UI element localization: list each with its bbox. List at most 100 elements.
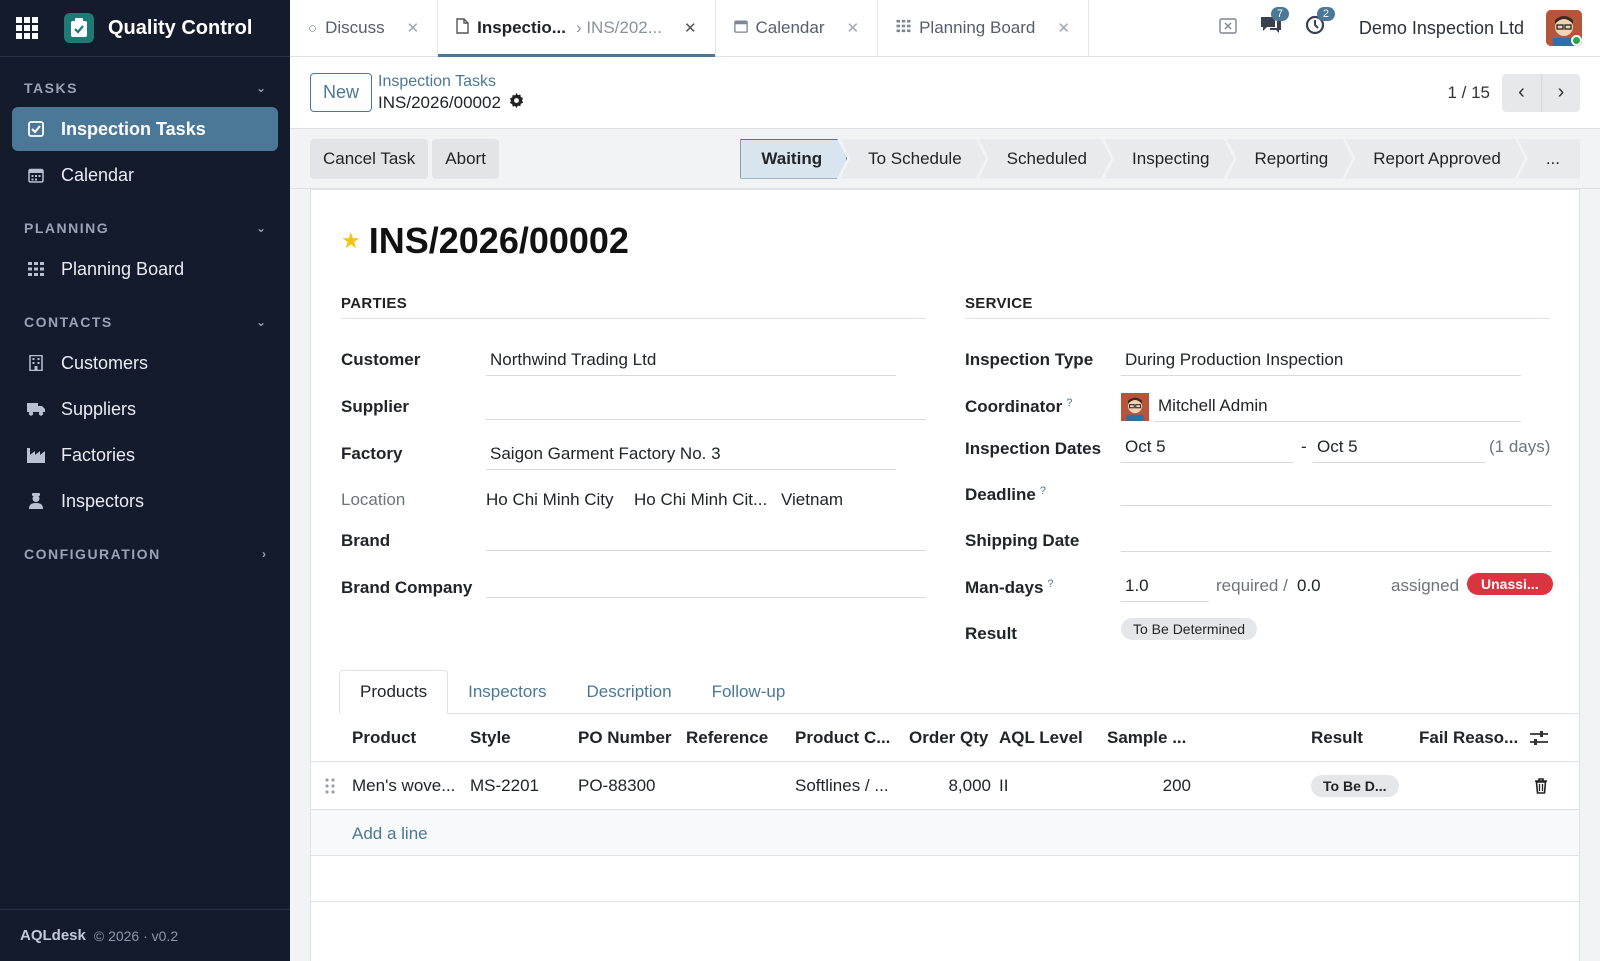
- tab-calendar[interactable]: Calendar ✕: [716, 0, 879, 56]
- brand-label: Brand: [341, 531, 391, 550]
- result-badge[interactable]: To Be Determined: [1121, 618, 1258, 640]
- column-header-product[interactable]: Product: [352, 714, 464, 762]
- add-line-link[interactable]: Add a line: [352, 810, 428, 858]
- activities-icon[interactable]: 2: [1305, 7, 1336, 41]
- sidebar-item-factories[interactable]: Factories: [12, 433, 278, 477]
- tab-inspection[interactable]: Inspectio... › INS/202... ✕: [438, 0, 716, 57]
- drag-handle-icon[interactable]: [325, 762, 341, 810]
- close-all-tabs-icon[interactable]: [1219, 17, 1237, 39]
- mandays-required-field[interactable]: 1.0: [1121, 572, 1209, 602]
- date-separator: -: [1301, 437, 1307, 456]
- pager-previous-button[interactable]: ‹: [1502, 73, 1541, 112]
- column-header-reference[interactable]: Reference: [686, 714, 790, 762]
- main-content: New Inspection Tasks INS/2026/00002 1 / …: [290, 57, 1600, 961]
- sidebar-item-customers[interactable]: Customers: [12, 341, 278, 385]
- footer-brand: AQLdesk: [20, 927, 86, 944]
- coordinator-row: Coordinator ?: [965, 397, 1072, 417]
- sidebar-section-configuration[interactable]: CONFIGURATION ›: [0, 543, 290, 565]
- breadcrumb-record-name: INS/2026/00002: [378, 92, 501, 112]
- new-button[interactable]: New: [310, 73, 373, 112]
- coordinator-field[interactable]: Mitchell Admin: [1154, 392, 1521, 422]
- supplier-row: Supplier: [341, 397, 409, 417]
- column-header-style[interactable]: Style: [470, 714, 570, 762]
- inspection-type-field[interactable]: During Production Inspection: [1121, 346, 1521, 376]
- optional-columns-icon[interactable]: [1529, 714, 1559, 762]
- cancel-task-button[interactable]: Cancel Task: [310, 138, 429, 179]
- cell-product: Men's wove...: [352, 776, 456, 795]
- chevron-down-icon: ⌄: [255, 315, 266, 329]
- sidebar-section-planning[interactable]: PLANNING ⌄: [0, 217, 290, 239]
- inspection-dates-label: Inspection Dates: [965, 439, 1102, 458]
- cell-aql-level: II: [999, 776, 1009, 795]
- sidebar-item-suppliers[interactable]: Suppliers: [12, 387, 278, 431]
- brand-company-field[interactable]: [486, 568, 926, 598]
- close-icon[interactable]: ✕: [847, 19, 860, 37]
- sidebar-section-tasks[interactable]: TASKS ⌄: [0, 77, 290, 99]
- tab-planning-board[interactable]: Planning Board ✕: [878, 0, 1089, 56]
- sidebar-item-inspectors[interactable]: Inspectors: [12, 479, 278, 523]
- tab-follow-up[interactable]: Follow-up: [692, 670, 806, 714]
- company-switcher[interactable]: Demo Inspection Ltd: [1359, 18, 1524, 39]
- close-icon[interactable]: ✕: [684, 19, 697, 37]
- help-icon[interactable]: ?: [1047, 578, 1053, 590]
- gear-icon[interactable]: [509, 92, 524, 113]
- factory-field[interactable]: Saigon Garment Factory No. 3: [486, 440, 896, 470]
- supplier-label: Supplier: [341, 397, 410, 416]
- user-avatar[interactable]: [1546, 10, 1582, 46]
- chevron-down-icon: ⌄: [255, 81, 266, 95]
- sidebar-item-calendar[interactable]: Calendar: [12, 153, 278, 197]
- date-end-field[interactable]: Oct 5: [1313, 433, 1485, 463]
- column-header-product-category[interactable]: Product C...: [795, 714, 905, 762]
- tab-inspectors[interactable]: Inspectors: [448, 670, 566, 714]
- sidebar-item-inspection-tasks[interactable]: Inspection Tasks: [12, 107, 278, 151]
- column-header-order-qty[interactable]: Order Qty: [909, 714, 991, 762]
- stage-inspecting[interactable]: Inspecting: [1104, 139, 1234, 179]
- star-icon[interactable]: ★: [341, 228, 361, 254]
- sidebar-item-label: Customers: [61, 352, 149, 373]
- shipping-date-field[interactable]: [1121, 522, 1551, 552]
- apps-menu-icon[interactable]: [0, 17, 54, 39]
- messages-icon[interactable]: 7: [1259, 7, 1290, 41]
- sidebar-item-label: Calendar: [61, 164, 135, 185]
- stage-scheduled[interactable]: Scheduled: [979, 139, 1111, 179]
- section-label: PLANNING: [24, 220, 110, 236]
- close-icon[interactable]: ✕: [1057, 19, 1070, 37]
- stage-more[interactable]: ...: [1517, 138, 1580, 179]
- column-header-aql-level[interactable]: AQL Level: [999, 714, 1099, 762]
- brand-field[interactable]: [486, 521, 926, 551]
- tab-products[interactable]: Products: [339, 670, 449, 714]
- sidebar-item-label: Factories: [61, 444, 136, 465]
- date-start-field[interactable]: Oct 5: [1121, 433, 1293, 463]
- column-header-fail-reason[interactable]: Fail Reaso...: [1419, 714, 1523, 762]
- supplier-field[interactable]: [486, 390, 926, 420]
- section-label: CONFIGURATION: [24, 546, 161, 562]
- breadcrumb-link-inspection-tasks[interactable]: Inspection Tasks: [378, 73, 524, 91]
- stage-report-approved[interactable]: Report Approved: [1345, 139, 1525, 179]
- pager-next-button[interactable]: ›: [1541, 73, 1580, 112]
- shipping-date-row: Shipping Date: [965, 531, 1079, 551]
- tab-discuss[interactable]: ○ Discuss ✕: [290, 0, 439, 56]
- tab-sublabel: › INS/202...: [575, 18, 662, 37]
- column-header-po-number[interactable]: PO Number: [578, 714, 682, 762]
- help-icon[interactable]: ?: [1066, 397, 1072, 409]
- column-header-result[interactable]: Result: [1311, 714, 1401, 762]
- pager-value[interactable]: 1 / 15: [1447, 83, 1490, 103]
- customer-label: Customer: [341, 350, 421, 369]
- deadline-field[interactable]: [1121, 476, 1551, 506]
- sidebar-item-planning-board[interactable]: Planning Board: [12, 247, 278, 291]
- stage-reporting[interactable]: Reporting: [1227, 139, 1353, 179]
- trash-icon[interactable]: [1534, 762, 1554, 810]
- assignment-status-badge: Unassi...: [1467, 573, 1553, 595]
- result-badge[interactable]: To Be D...: [1311, 775, 1399, 797]
- column-header-sample[interactable]: Sample ...: [1107, 714, 1207, 762]
- abort-button[interactable]: Abort: [432, 138, 499, 179]
- close-icon[interactable]: ✕: [407, 19, 420, 37]
- stage-to-schedule[interactable]: To Schedule: [840, 139, 986, 179]
- sidebar-item-label: Planning Board: [61, 258, 185, 279]
- table-row[interactable]: Men's wove... MS-2201 PO-88300 Softlines…: [311, 762, 1579, 810]
- stage-waiting[interactable]: Waiting: [740, 139, 847, 179]
- sidebar-section-contacts[interactable]: CONTACTS ⌄: [0, 311, 290, 333]
- customer-field[interactable]: Northwind Trading Ltd: [486, 346, 896, 376]
- tab-description[interactable]: Description: [567, 670, 692, 714]
- help-icon[interactable]: ?: [1040, 485, 1046, 497]
